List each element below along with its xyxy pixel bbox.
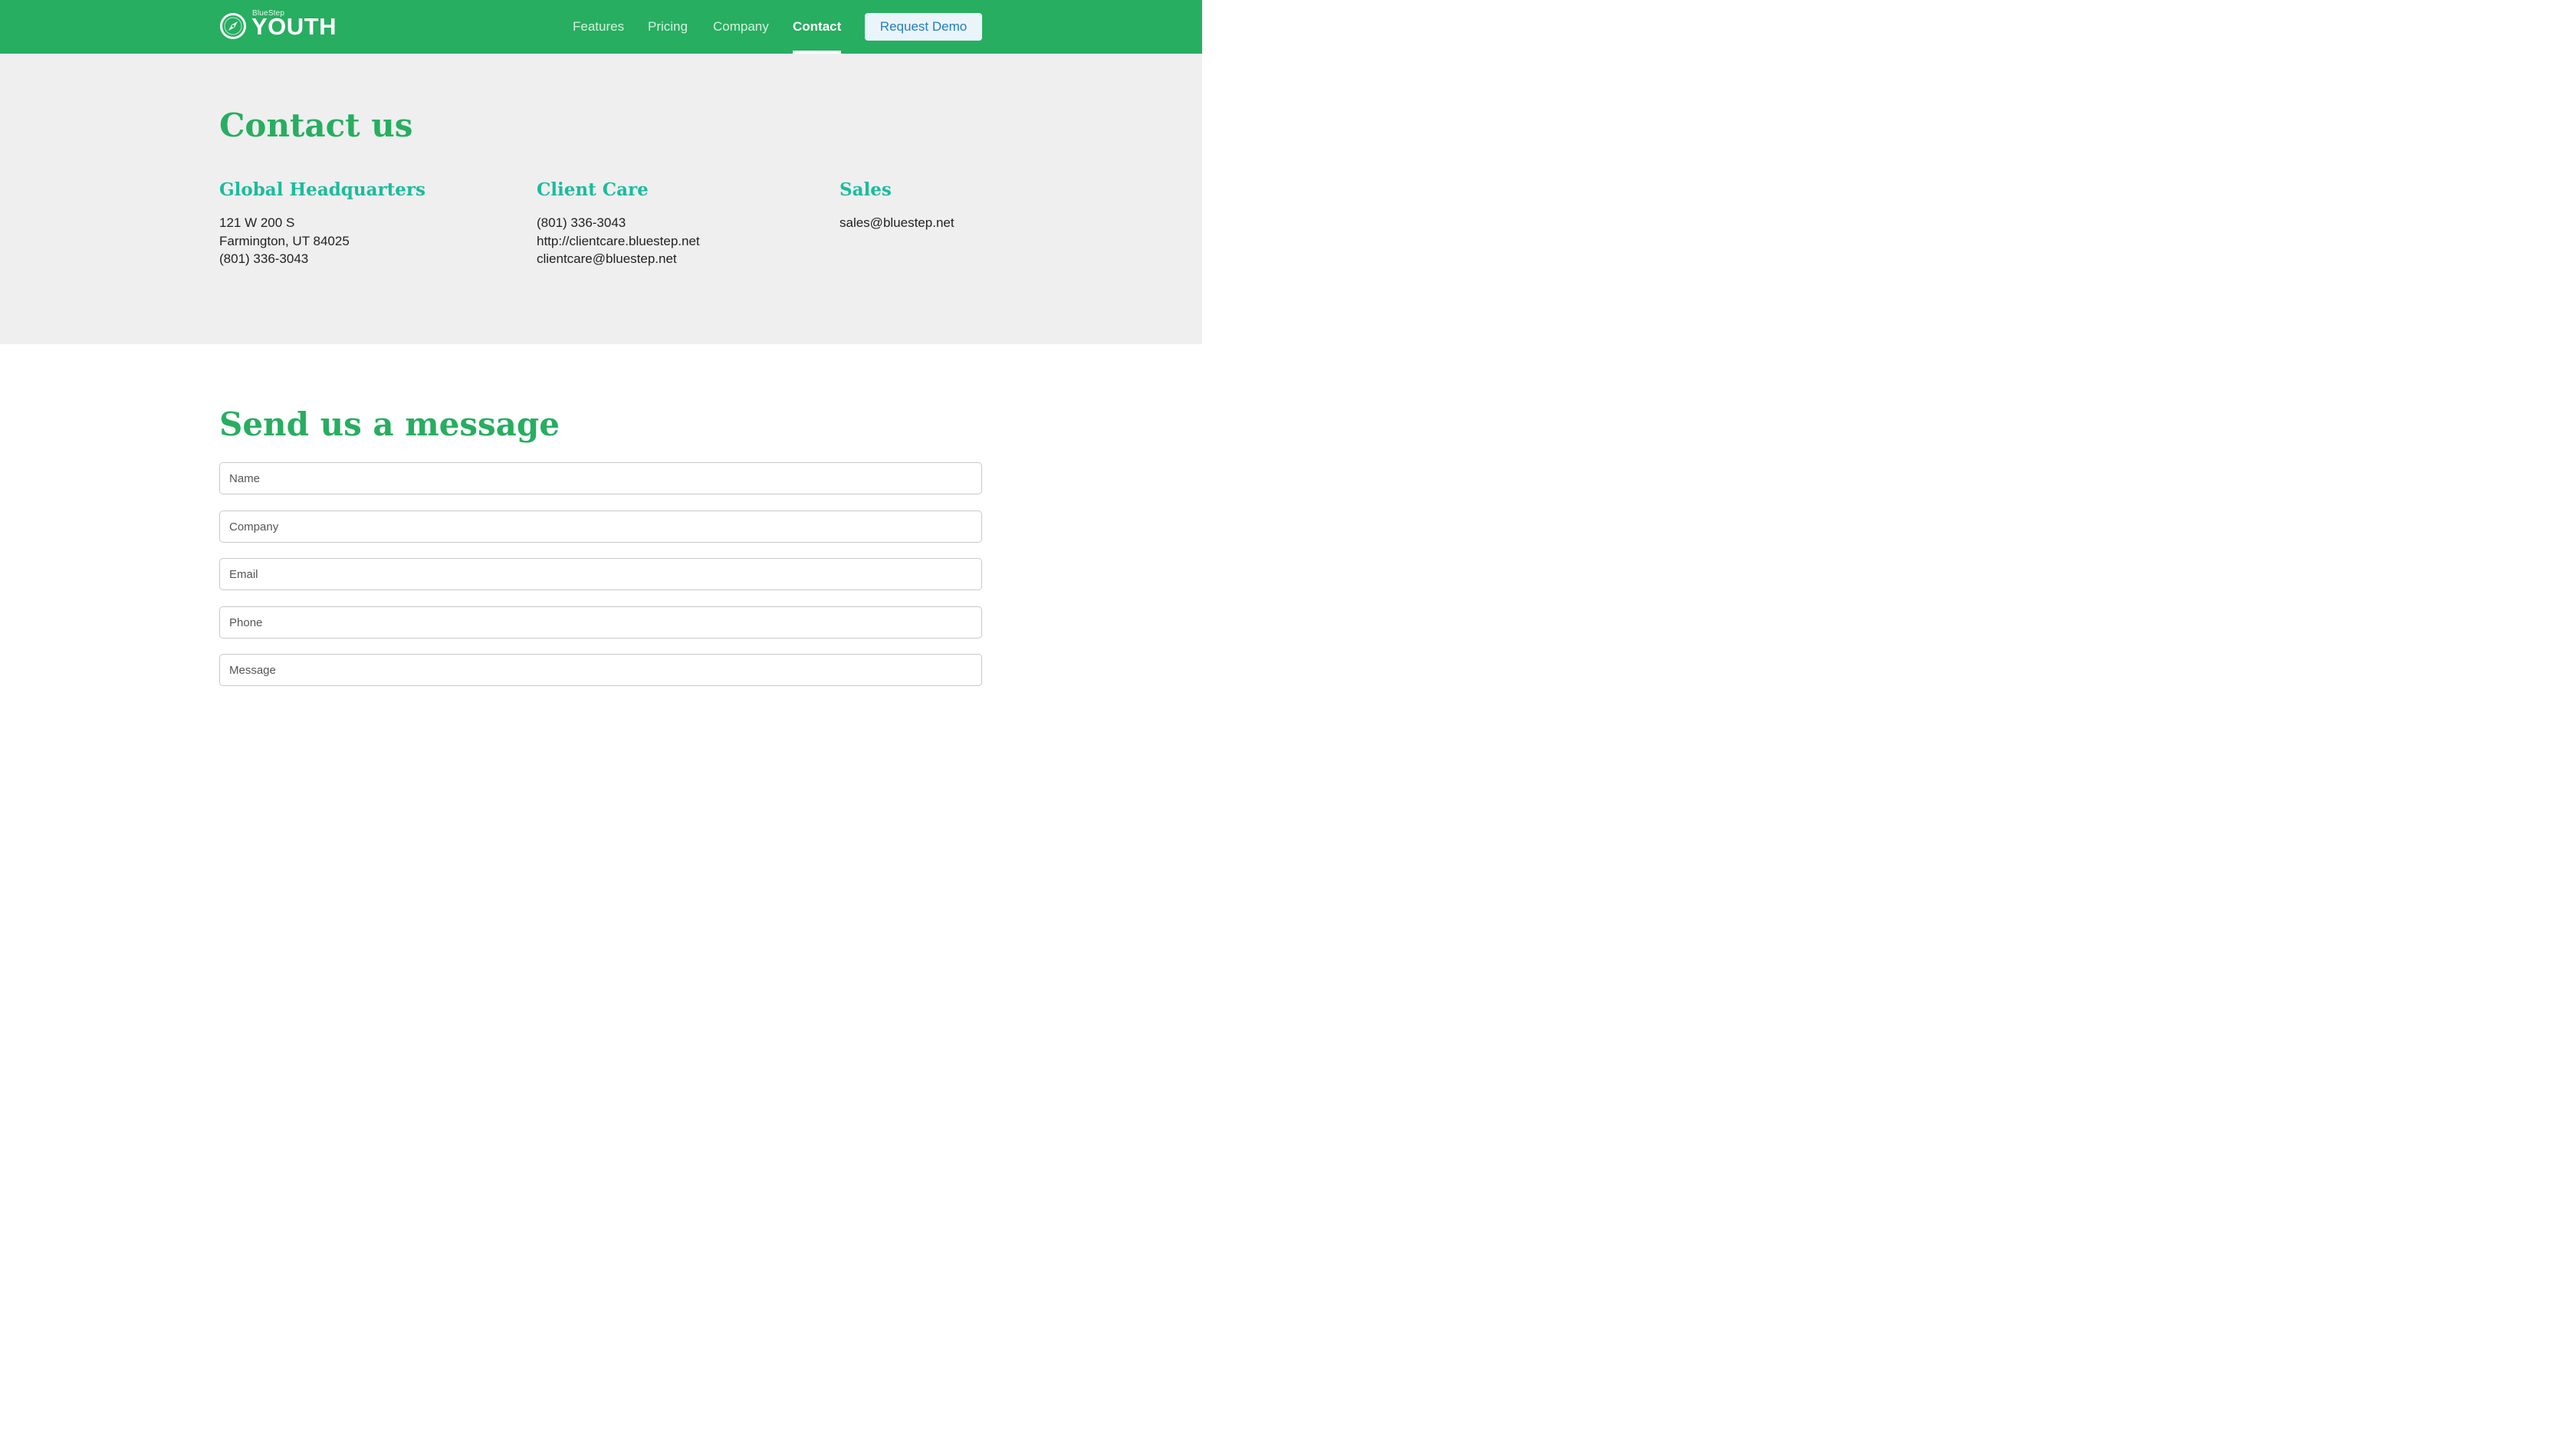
sales-email[interactable]: sales@bluestep.net bbox=[840, 214, 955, 232]
contact-heading: Contact us bbox=[219, 107, 413, 144]
phone-input[interactable] bbox=[219, 606, 982, 639]
hq-address-city: Farmington, UT 84025 bbox=[219, 233, 350, 248]
message-input[interactable] bbox=[219, 654, 982, 686]
contact-info-section: Contact us Global Headquarters 121 W 200… bbox=[0, 54, 1202, 344]
nav-company[interactable]: Company bbox=[713, 0, 769, 54]
compass-icon bbox=[220, 13, 246, 39]
nav-features[interactable]: Features bbox=[573, 0, 624, 54]
nav-pricing[interactable]: Pricing bbox=[648, 0, 688, 54]
email-input[interactable] bbox=[219, 558, 982, 590]
hq-details: 121 W 200 S Farmington, UT 84025 (801) 3… bbox=[219, 214, 350, 268]
request-demo-button[interactable]: Request Demo bbox=[865, 13, 982, 41]
hq-phone: (801) 336-3043 bbox=[219, 251, 309, 266]
nav-contact-label: Contact bbox=[793, 19, 842, 34]
client-care-url[interactable]: http://clientcare.bluestep.net bbox=[537, 232, 700, 251]
hq-heading: Global Headquarters bbox=[219, 179, 426, 200]
top-navbar: BlueStep YOUTH Features Pricing Company … bbox=[0, 0, 1202, 54]
hq-address-street: 121 W 200 S bbox=[219, 215, 295, 230]
client-care-phone: (801) 336-3043 bbox=[537, 215, 626, 230]
sales-heading: Sales bbox=[840, 179, 892, 200]
send-message-heading: Send us a message bbox=[219, 406, 560, 443]
client-care-details: (801) 336-3043 http://clientcare.blueste… bbox=[537, 214, 700, 268]
nav-contact-item[interactable]: Contact bbox=[793, 0, 842, 54]
name-input[interactable] bbox=[219, 462, 982, 494]
logo-brand-name: YOUTH bbox=[251, 13, 337, 40]
sales-details: sales@bluestep.net bbox=[840, 214, 955, 232]
client-care-heading: Client Care bbox=[537, 179, 649, 200]
client-care-email[interactable]: clientcare@bluestep.net bbox=[537, 250, 700, 268]
company-input[interactable] bbox=[219, 511, 982, 543]
bluestep-youth-logo[interactable]: BlueStep YOUTH bbox=[219, 9, 343, 43]
